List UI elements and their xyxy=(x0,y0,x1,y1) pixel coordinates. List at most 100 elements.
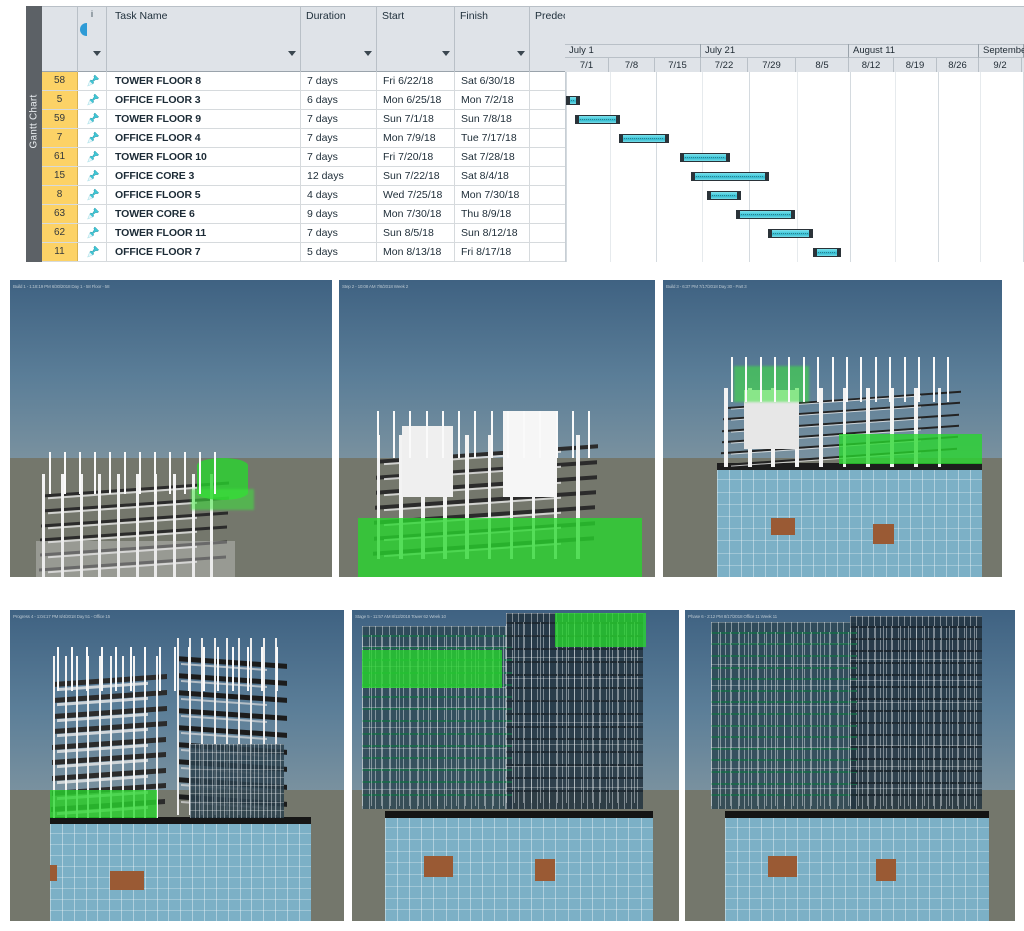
row-duration[interactable]: 9 days xyxy=(301,205,377,223)
row-task-name[interactable]: OFFICE FLOOR 5 xyxy=(107,186,301,204)
filter-arrow-icon[interactable] xyxy=(517,51,525,56)
row-indicator-cell[interactable] xyxy=(78,167,107,185)
render-panel-2[interactable]: Step 2 - 10:08 AM 7/8/2018 Week 2 xyxy=(339,280,655,577)
filter-arrow-icon[interactable] xyxy=(288,51,296,56)
row-finish-date[interactable]: Sat 7/28/18 xyxy=(455,148,530,166)
row-finish-date[interactable]: Sat 8/4/18 xyxy=(455,167,530,185)
row-indicator-cell[interactable] xyxy=(78,186,107,204)
table-row[interactable]: 58 TOWER FLOOR 87 daysFri 6/22/18Sat 6/30… xyxy=(42,72,565,91)
row-predecessors[interactable] xyxy=(530,224,565,242)
row-start-date[interactable]: Fri 6/22/18 xyxy=(377,72,455,90)
row-duration[interactable]: 7 days xyxy=(301,148,377,166)
row-duration[interactable]: 7 days xyxy=(301,72,377,90)
row-indicator-cell[interactable] xyxy=(78,224,107,242)
row-task-name[interactable]: TOWER FLOOR 9 xyxy=(107,110,301,128)
row-task-name[interactable]: TOWER FLOOR 8 xyxy=(107,72,301,90)
row-finish-date[interactable]: Thu 8/9/18 xyxy=(455,205,530,223)
row-start-date[interactable]: Mon 6/25/18 xyxy=(377,91,455,109)
table-row[interactable]: 8 OFFICE FLOOR 54 daysWed 7/25/18Mon 7/30… xyxy=(42,186,565,205)
row-duration[interactable]: 4 days xyxy=(301,186,377,204)
table-row[interactable]: 59TOWER FLOOR 97 daysSun 7/1/18Sun 7/8/1… xyxy=(42,110,565,129)
gantt-task-bar[interactable] xyxy=(566,96,580,105)
row-finish-date[interactable]: Sat 6/30/18 xyxy=(455,72,530,90)
render-panel-6[interactable]: Phase 6 - 2:12 PM 8/17/2018 Office 11 We… xyxy=(685,610,1015,921)
row-start-date[interactable]: Wed 7/25/18 xyxy=(377,186,455,204)
row-start-date[interactable]: Sun 7/1/18 xyxy=(377,110,455,128)
row-id-cell[interactable]: 63 xyxy=(42,205,78,223)
row-indicator-cell[interactable] xyxy=(78,205,107,223)
gantt-task-bar[interactable] xyxy=(707,191,741,200)
row-id-cell[interactable]: 61 xyxy=(42,148,78,166)
row-finish-date[interactable]: Fri 8/17/18 xyxy=(455,243,530,261)
row-id-cell[interactable]: 7 xyxy=(42,129,78,147)
table-row[interactable]: 7OFFICE FLOOR 47 daysMon 7/9/18Tue 7/17/… xyxy=(42,129,565,148)
row-indicator-cell[interactable] xyxy=(78,148,107,166)
row-task-name[interactable]: OFFICE FLOOR 4 xyxy=(107,129,301,147)
row-duration[interactable]: 12 days xyxy=(301,167,377,185)
row-duration[interactable]: 6 days xyxy=(301,91,377,109)
row-predecessors[interactable] xyxy=(530,148,565,166)
table-row[interactable]: 11OFFICE FLOOR 75 daysMon 8/13/18Fri 8/1… xyxy=(42,243,565,262)
row-indicator-cell[interactable] xyxy=(78,91,107,109)
column-header-indicator[interactable]: i xyxy=(78,7,107,73)
row-id-cell[interactable]: 11 xyxy=(42,243,78,261)
column-header-duration[interactable]: Duration xyxy=(301,7,377,73)
table-row[interactable]: 62TOWER FLOOR 117 daysSun 8/5/18Sun 8/12… xyxy=(42,224,565,243)
render-panel-3[interactable]: Build 3 - 6:37 PM 7/17/2018 Day 30 - Par… xyxy=(663,280,1002,577)
gantt-task-bar[interactable] xyxy=(736,210,795,219)
render-panel-4[interactable]: Progress 4 - 1:04:17 PM 8/4/2018 Day 51 … xyxy=(10,610,344,921)
view-strip-gantt-chart[interactable]: Gantt Chart xyxy=(26,6,43,262)
row-finish-date[interactable]: Mon 7/30/18 xyxy=(455,186,530,204)
row-indicator-cell[interactable] xyxy=(78,110,107,128)
row-task-name[interactable]: TOWER CORE 6 xyxy=(107,205,301,223)
gantt-task-bar[interactable] xyxy=(768,229,813,238)
row-task-name[interactable]: OFFICE CORE 3 xyxy=(107,167,301,185)
row-duration[interactable]: 5 days xyxy=(301,243,377,261)
row-start-date[interactable]: Mon 7/9/18 xyxy=(377,129,455,147)
row-id-cell[interactable]: 5 xyxy=(42,91,78,109)
row-predecessors[interactable] xyxy=(530,205,565,223)
gantt-task-bar[interactable] xyxy=(680,153,730,162)
gantt-task-bar[interactable] xyxy=(691,172,769,181)
row-indicator-cell[interactable] xyxy=(78,243,107,261)
row-start-date[interactable]: Sun 7/22/18 xyxy=(377,167,455,185)
row-task-name[interactable]: TOWER FLOOR 11 xyxy=(107,224,301,242)
row-predecessors[interactable] xyxy=(530,167,565,185)
row-id-cell[interactable]: 8 xyxy=(42,186,78,204)
row-predecessors[interactable] xyxy=(530,129,565,147)
row-duration[interactable]: 7 days xyxy=(301,129,377,147)
row-predecessors[interactable] xyxy=(530,72,565,90)
row-id-cell[interactable]: 59 xyxy=(42,110,78,128)
table-row[interactable]: 5 OFFICE FLOOR 36 daysMon 6/25/18Mon 7/2/… xyxy=(42,91,565,110)
row-start-date[interactable]: Fri 7/20/18 xyxy=(377,148,455,166)
row-finish-date[interactable]: Mon 7/2/18 xyxy=(455,91,530,109)
row-duration[interactable]: 7 days xyxy=(301,224,377,242)
filter-arrow-icon[interactable] xyxy=(364,51,372,56)
filter-arrow-icon[interactable] xyxy=(442,51,450,56)
row-indicator-cell[interactable] xyxy=(78,72,107,90)
row-start-date[interactable]: Mon 7/30/18 xyxy=(377,205,455,223)
column-header-start[interactable]: Start xyxy=(377,7,455,73)
row-indicator-cell[interactable] xyxy=(78,129,107,147)
column-header-id[interactable] xyxy=(42,7,78,73)
table-row[interactable]: 61 TOWER FLOOR 107 daysFri 7/20/18Sat 7/2… xyxy=(42,148,565,167)
row-predecessors[interactable] xyxy=(530,91,565,109)
row-id-cell[interactable]: 58 xyxy=(42,72,78,90)
row-id-cell[interactable]: 15 xyxy=(42,167,78,185)
render-panel-5[interactable]: Stage 5 - 11:57 AM 8/12/2018 Tower 62 We… xyxy=(352,610,679,921)
gantt-bar-canvas[interactable] xyxy=(565,72,1024,262)
table-row[interactable]: 15 OFFICE CORE 312 daysSun 7/22/18Sat 8/4… xyxy=(42,167,565,186)
row-task-name[interactable]: OFFICE FLOOR 3 xyxy=(107,91,301,109)
column-header-finish[interactable]: Finish xyxy=(455,7,530,73)
render-panel-1[interactable]: Build 1 - 1:18:19 PM 6/30/2018 Day 1 - 5… xyxy=(10,280,332,577)
column-header-task-name[interactable]: Task Name xyxy=(107,7,301,73)
row-start-date[interactable]: Sun 8/5/18 xyxy=(377,224,455,242)
row-predecessors[interactable] xyxy=(530,186,565,204)
row-task-name[interactable]: TOWER FLOOR 10 xyxy=(107,148,301,166)
filter-arrow-icon[interactable] xyxy=(93,51,101,56)
gantt-task-bar[interactable] xyxy=(575,115,620,124)
table-row[interactable]: 63 TOWER CORE 69 daysMon 7/30/18Thu 8/9/1… xyxy=(42,205,565,224)
row-duration[interactable]: 7 days xyxy=(301,110,377,128)
row-predecessors[interactable] xyxy=(530,110,565,128)
row-id-cell[interactable]: 62 xyxy=(42,224,78,242)
